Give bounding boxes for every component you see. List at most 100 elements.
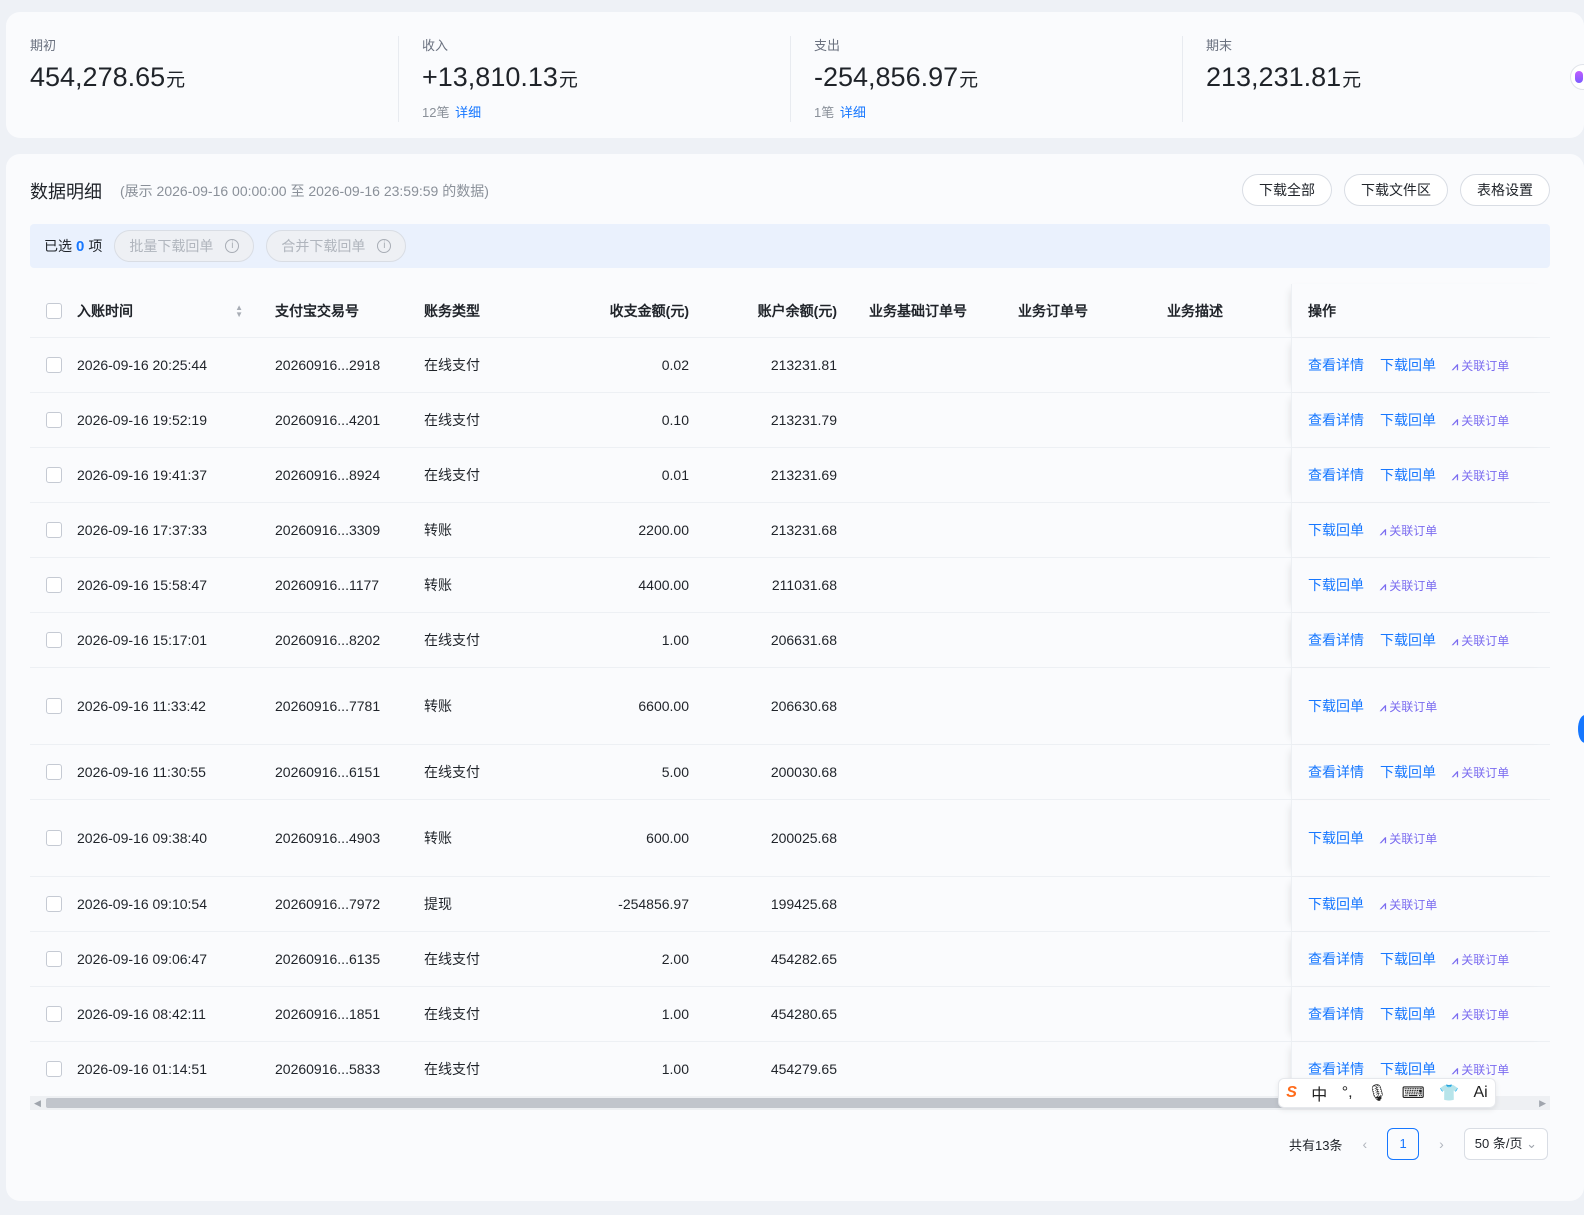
table-row[interactable]: 2026-09-16 19:52:19 20260916...4201 在线支付 0.… xyxy=(30,393,1550,448)
row-checkbox[interactable] xyxy=(45,1006,62,1022)
related-order-link[interactable]: ⩘ 关联订单 xyxy=(1380,830,1437,847)
cell-trade-no: 20260916...5833 xyxy=(275,1061,381,1077)
view-detail-link[interactable]: 查看详情 xyxy=(1308,762,1364,782)
table-row[interactable]: 2026-09-16 09:10:54 20260916...7972 提现 -254… xyxy=(30,877,1550,932)
related-order-link[interactable]: ⩘ 关联订单 xyxy=(1380,577,1437,594)
row-checkbox[interactable] xyxy=(45,830,62,846)
expense-detail-link[interactable]: 详细 xyxy=(840,105,866,120)
cell-trade-no: 20260916...6135 xyxy=(275,951,381,967)
sogou-logo-icon[interactable]: S xyxy=(1286,1084,1297,1102)
row-checkbox[interactable] xyxy=(45,1061,62,1077)
cell-trade-no: 20260916...7972 xyxy=(275,896,381,912)
row-checkbox[interactable] xyxy=(45,698,62,714)
related-order-link[interactable]: ⩘ 关联订单 xyxy=(1452,412,1509,429)
related-order-link[interactable]: ⩘ 关联订单 xyxy=(1380,698,1437,715)
download-area-button[interactable]: 下载文件区 xyxy=(1344,174,1448,206)
download-receipt-link[interactable]: 下载回单 xyxy=(1308,894,1364,914)
scroll-left-icon[interactable]: ◀ xyxy=(34,1096,41,1110)
next-page-icon[interactable]: › xyxy=(1439,1136,1444,1152)
table-row[interactable]: 2026-09-16 19:41:37 20260916...8924 在线支付 0.… xyxy=(30,448,1550,503)
column-header-time[interactable]: 入账时间 ▲ ▼ xyxy=(77,301,259,321)
download-receipt-link[interactable]: 下载回单 xyxy=(1380,410,1436,430)
row-checkbox[interactable] xyxy=(45,577,62,593)
page-size-select[interactable]: 50 条/页 ⌄ xyxy=(1463,1128,1548,1160)
download-receipt-link[interactable]: 下载回单 xyxy=(1380,762,1436,782)
download-receipt-link[interactable]: 下载回单 xyxy=(1380,630,1436,650)
table-row[interactable]: 2026-09-16 17:37:33 20260916...3309 转账 2200… xyxy=(30,503,1550,558)
table-settings-button[interactable]: 表格设置 xyxy=(1460,174,1550,206)
ime-toolbar[interactable]: S 中 °, 🎙 ⌨ 👕 Ai xyxy=(1278,1078,1496,1108)
download-receipt-link[interactable]: 下载回单 xyxy=(1380,355,1436,375)
column-header-amount: 收支金额(元) xyxy=(609,302,689,319)
view-detail-link[interactable]: 查看详情 xyxy=(1308,949,1364,969)
download-receipt-link[interactable]: 下载回单 xyxy=(1308,828,1364,848)
view-detail-link[interactable]: 查看详情 xyxy=(1308,465,1364,485)
ime-punctuation-icon[interactable]: °, xyxy=(1342,1084,1353,1102)
cell-balance: 454282.65 xyxy=(770,951,837,967)
page-number[interactable]: 1 xyxy=(1387,1128,1420,1160)
microphone-icon[interactable]: 🎙 xyxy=(1367,1083,1387,1103)
download-receipt-link[interactable]: 下载回单 xyxy=(1308,696,1364,716)
download-receipt-link[interactable]: 下载回单 xyxy=(1380,465,1436,485)
prev-page-icon[interactable]: ‹ xyxy=(1362,1136,1367,1152)
cell-amount: 2.00 xyxy=(661,951,689,967)
related-order-link[interactable]: ⩘ 关联订单 xyxy=(1380,896,1437,913)
related-order-link[interactable]: ⩘ 关联订单 xyxy=(1452,951,1509,968)
cell-balance: 454279.65 xyxy=(770,1061,837,1077)
batch-download-button[interactable]: 批量下载回单 i xyxy=(114,230,255,262)
ime-chinese-mode[interactable]: 中 xyxy=(1311,1081,1327,1105)
scrollbar-thumb[interactable] xyxy=(46,1098,1288,1108)
cell-balance: 200025.68 xyxy=(770,830,837,846)
row-checkbox[interactable] xyxy=(45,896,62,912)
income-detail-link[interactable]: 详细 xyxy=(455,105,481,120)
row-checkbox[interactable] xyxy=(45,412,62,428)
transactions-table: 入账时间 ▲ ▼ 支付宝交易号 账务类型 收支金额(元) 账户余额(元) 业务基础订… xyxy=(30,284,1550,1097)
table-row[interactable]: 2026-09-16 08:42:11 20260916...1851 在线支付 1.… xyxy=(30,987,1550,1042)
cell-type: 转账 xyxy=(424,522,452,538)
table-row[interactable]: 2026-09-16 09:38:40 20260916...4903 转账 600.… xyxy=(30,800,1550,877)
related-order-link[interactable]: ⩘ 关联订单 xyxy=(1452,764,1509,781)
skin-icon[interactable]: 👕 xyxy=(1439,1083,1459,1103)
related-order-link[interactable]: ⩘ 关联订单 xyxy=(1452,632,1509,649)
download-receipt-link[interactable]: 下载回单 xyxy=(1308,575,1364,595)
related-order-link[interactable]: ⩘ 关联订单 xyxy=(1380,522,1437,539)
table-row[interactable]: 2026-09-16 15:17:01 20260916...8202 在线支付 1.… xyxy=(30,613,1550,668)
cell-time: 2026-09-16 01:14:51 xyxy=(77,1061,207,1077)
row-checkbox[interactable] xyxy=(45,522,62,538)
download-receipt-link[interactable]: 下载回单 xyxy=(1308,520,1364,540)
row-checkbox[interactable] xyxy=(45,632,62,648)
keyboard-icon[interactable]: ⌨ xyxy=(1402,1083,1425,1103)
panel-header: 数据明细 (展示 2026-09-16 00:00:00 至 2026-09-1… xyxy=(30,178,489,204)
row-checkbox[interactable] xyxy=(45,467,62,483)
table-row[interactable]: 2026-09-16 11:30:55 20260916...6151 在线支付 5.… xyxy=(30,745,1550,800)
row-checkbox[interactable] xyxy=(45,951,62,967)
table-row[interactable]: 2026-09-16 11:33:42 20260916...7781 转账 6600… xyxy=(30,668,1550,745)
view-detail-link[interactable]: 查看详情 xyxy=(1308,355,1364,375)
table-row[interactable]: 2026-09-16 09:06:47 20260916...6135 在线支付 2.… xyxy=(30,932,1550,987)
cell-type: 在线支付 xyxy=(424,632,480,648)
download-receipt-link[interactable]: 下载回单 xyxy=(1380,1059,1436,1079)
row-checkbox[interactable] xyxy=(45,764,62,780)
related-order-link[interactable]: ⩘ 关联订单 xyxy=(1452,467,1509,484)
view-detail-link[interactable]: 查看详情 xyxy=(1308,630,1364,650)
table-row[interactable]: 2026-09-16 20:25:44 20260916...2918 在线支付 0.… xyxy=(30,338,1550,393)
ai-icon[interactable]: Ai xyxy=(1474,1084,1488,1102)
sort-icon[interactable]: ▲ ▼ xyxy=(235,303,243,318)
scroll-right-icon[interactable]: ▶ xyxy=(1539,1096,1546,1110)
view-detail-link[interactable]: 查看详情 xyxy=(1308,410,1364,430)
select-all-checkbox[interactable] xyxy=(45,302,62,319)
view-detail-link[interactable]: 查看详情 xyxy=(1308,1004,1364,1024)
related-order-link[interactable]: ⩘ 关联订单 xyxy=(1452,357,1509,374)
merge-download-button[interactable]: 合并下载回单 i xyxy=(266,230,407,262)
cell-balance: 213231.68 xyxy=(770,522,837,538)
download-receipt-link[interactable]: 下载回单 xyxy=(1380,949,1436,969)
related-order-link[interactable]: ⩘ 关联订单 xyxy=(1452,1061,1509,1078)
table-row[interactable]: 2026-09-16 15:58:47 20260916...1177 转账 4400… xyxy=(30,558,1550,613)
view-detail-link[interactable]: 查看详情 xyxy=(1308,1059,1364,1079)
download-receipt-link[interactable]: 下载回单 xyxy=(1380,1004,1436,1024)
download-all-button[interactable]: 下载全部 xyxy=(1242,174,1332,206)
related-order-link[interactable]: ⩘ 关联订单 xyxy=(1452,1006,1509,1023)
related-order-icon: ⩘ xyxy=(1452,360,1459,373)
row-checkbox[interactable] xyxy=(45,357,62,373)
summary-value: -254,856.97元 xyxy=(814,62,979,92)
